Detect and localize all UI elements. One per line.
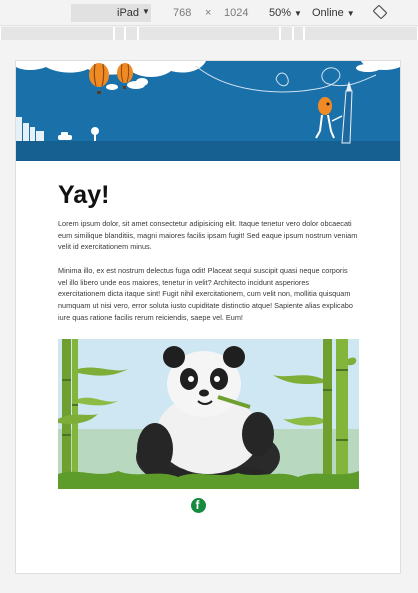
chevron-down-icon: ▼	[142, 7, 150, 16]
header-banner	[16, 61, 400, 161]
body-paragraph: Minima illo, ex est nostrum delectus fug…	[58, 266, 353, 322]
device-select-label: iPad	[117, 7, 140, 19]
device-viewport: Yay! Lorem ipsum dolor, sit amet consect…	[15, 60, 401, 574]
ruler-segment[interactable]	[125, 27, 138, 40]
ruler-segment[interactable]	[138, 27, 280, 40]
panda-illustration	[58, 339, 359, 489]
dimension-separator: ×	[205, 7, 212, 19]
height-input[interactable]: 1024	[224, 7, 248, 19]
chevron-down-icon: ▼	[346, 9, 355, 18]
ruler-segment[interactable]	[304, 27, 418, 40]
body-paragraph: Lorem ipsum dolor, sit amet consectetur …	[58, 219, 358, 252]
facebook-glyph: f	[195, 498, 200, 512]
network-label: Online	[312, 7, 344, 19]
ruler-segment[interactable]	[114, 27, 125, 40]
zoom-select[interactable]: 50% ▼	[269, 7, 302, 19]
header-illustration	[16, 61, 400, 161]
device-toolbar: iPad ▼ 768 × 1024 50% ▼ Online ▼	[0, 0, 418, 26]
zoom-label: 50%	[269, 7, 292, 19]
facebook-icon[interactable]: f	[191, 498, 206, 513]
ruler-segment[interactable]	[0, 27, 114, 40]
ruler-segment[interactable]	[280, 27, 293, 40]
email-heading: Yay!	[58, 181, 110, 209]
panda-hero-image	[58, 339, 359, 489]
width-input[interactable]: 768	[173, 7, 191, 19]
rotate-icon[interactable]	[373, 5, 387, 19]
device-select[interactable]: iPad ▼	[71, 4, 151, 22]
ruler-segment[interactable]	[293, 27, 304, 40]
media-query-ruler[interactable]	[0, 27, 418, 40]
chevron-down-icon: ▼	[294, 9, 302, 18]
network-select[interactable]: Online ▼	[312, 7, 355, 19]
